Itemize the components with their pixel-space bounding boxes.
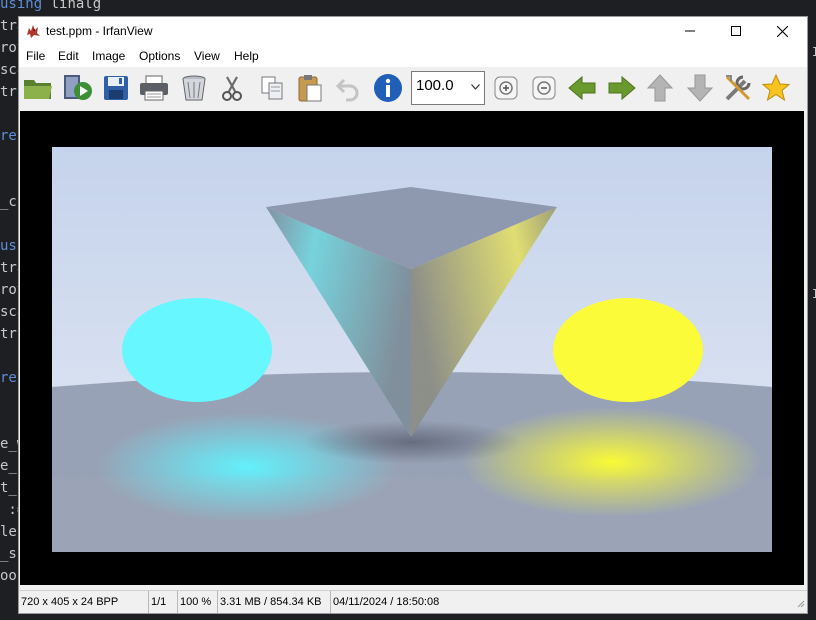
menu-options[interactable]: Options xyxy=(137,49,182,63)
status-bar: 720 x 405 x 24 BPP 1/1 100 % 3.31 MB / 8… xyxy=(19,590,807,613)
open-folder-icon xyxy=(24,80,52,99)
save-icon xyxy=(104,76,128,100)
zoom-select[interactable]: 100.0 xyxy=(411,71,485,105)
code-line-marker: I xyxy=(812,287,816,301)
zoom-out-button[interactable] xyxy=(527,71,561,105)
slideshow-button[interactable] xyxy=(61,71,95,105)
undo-icon xyxy=(335,78,359,102)
arrow-left-icon xyxy=(568,75,596,101)
image-viewer[interactable] xyxy=(20,111,804,585)
open-button[interactable] xyxy=(21,71,55,105)
favorite-button[interactable] xyxy=(759,71,793,105)
menu-file[interactable]: File xyxy=(24,49,47,63)
title-bar[interactable]: test.ppm - IrfanView xyxy=(19,17,807,45)
menu-help[interactable]: Help xyxy=(232,49,261,63)
status-zoom: 100 % xyxy=(178,591,218,613)
chevron-down-icon xyxy=(471,84,480,90)
irfanview-cat-icon xyxy=(25,23,41,39)
arrow-up-icon xyxy=(646,74,674,102)
yellow-sphere xyxy=(553,298,703,402)
delete-button[interactable] xyxy=(177,71,211,105)
menu-bar: File Edit Image Options View Help xyxy=(19,45,807,67)
scissors-icon xyxy=(222,76,242,101)
zoom-in-button[interactable] xyxy=(489,71,523,105)
window-title: test.ppm - IrfanView xyxy=(46,24,153,38)
irfanview-window: test.ppm - IrfanView File Edit Image Opt… xyxy=(18,16,808,614)
menu-image[interactable]: Image xyxy=(90,49,127,63)
paste-icon xyxy=(298,75,322,102)
status-size: 3.31 MB / 854.34 KB xyxy=(218,591,331,613)
previous-button[interactable] xyxy=(565,71,599,105)
cyan-sphere xyxy=(122,298,272,402)
star-icon xyxy=(761,73,791,102)
info-icon xyxy=(374,74,402,102)
code-line: t_ xyxy=(0,480,17,496)
properties-button[interactable] xyxy=(721,71,755,105)
status-page: 1/1 xyxy=(149,591,178,613)
arrow-down-icon xyxy=(686,74,714,102)
next-button[interactable] xyxy=(605,71,639,105)
down-button[interactable] xyxy=(683,71,717,105)
cut-button[interactable] xyxy=(215,71,249,105)
copy-icon xyxy=(261,76,283,100)
close-icon xyxy=(776,25,788,37)
info-button[interactable] xyxy=(371,71,405,105)
undo-button[interactable] xyxy=(331,71,365,105)
slideshow-icon xyxy=(64,75,92,100)
close-button[interactable] xyxy=(759,17,805,45)
paste-button[interactable] xyxy=(293,71,327,105)
zoom-in-icon xyxy=(494,76,518,100)
up-button[interactable] xyxy=(643,71,677,105)
rendered-image xyxy=(52,147,772,552)
maximize-button[interactable] xyxy=(713,17,759,45)
menu-view[interactable]: View xyxy=(192,49,222,63)
status-datetime: 04/11/2024 / 18:50:08 xyxy=(333,596,440,608)
print-button[interactable] xyxy=(137,71,171,105)
zoom-value: 100.0 xyxy=(416,77,454,94)
toolbar: 100.0 xyxy=(19,67,807,109)
recycle-bin-icon xyxy=(182,75,206,101)
code-line-marker: I xyxy=(812,45,816,59)
copy-button[interactable] xyxy=(255,71,289,105)
maximize-icon xyxy=(731,26,741,36)
save-button[interactable] xyxy=(99,71,133,105)
code-line: _s xyxy=(0,546,17,562)
arrow-right-icon xyxy=(608,75,636,101)
status-dimensions: 720 x 405 x 24 BPP xyxy=(19,591,149,613)
print-icon xyxy=(140,75,168,101)
tools-icon xyxy=(725,75,751,101)
zoom-out-icon xyxy=(532,76,556,100)
code-line: using linalg xyxy=(0,0,102,12)
resize-grip-icon[interactable] xyxy=(795,597,805,611)
minimize-icon xyxy=(685,30,695,32)
minimize-button[interactable] xyxy=(667,17,713,45)
menu-edit[interactable]: Edit xyxy=(56,49,81,63)
